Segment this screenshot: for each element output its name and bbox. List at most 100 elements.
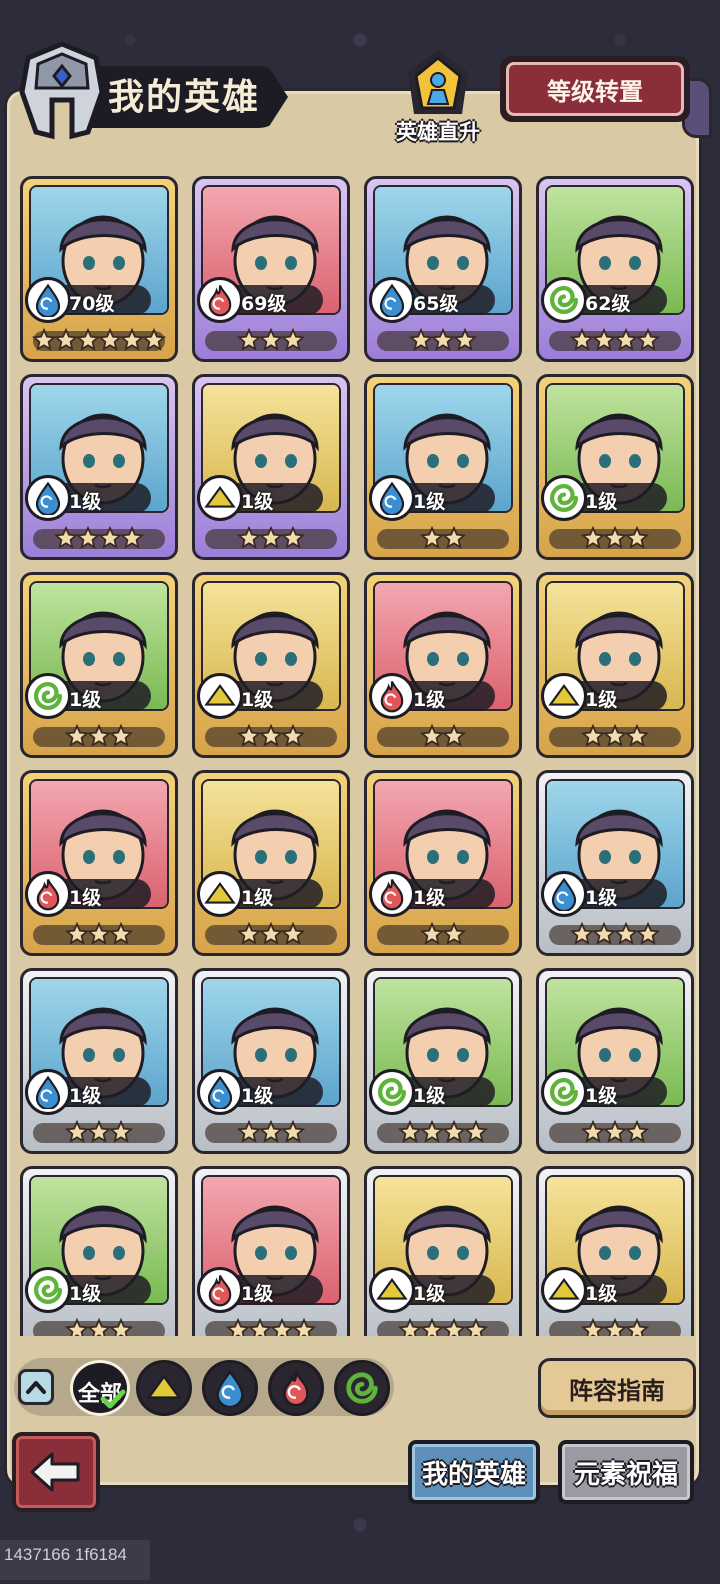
star-icon	[420, 526, 444, 549]
hero-level: 1级	[585, 1283, 618, 1305]
star-icon	[226, 1318, 250, 1336]
fire-element-icon	[208, 1275, 232, 1307]
star-icon	[420, 1120, 444, 1143]
hero-card[interactable]: 1级	[536, 374, 694, 560]
earth-element-icon	[548, 1277, 580, 1300]
hero-level: 1级	[69, 887, 102, 909]
star-icon	[54, 328, 78, 351]
element-badge	[197, 277, 243, 323]
filter-water-button[interactable]	[202, 1360, 258, 1416]
hero-level: 1级	[69, 689, 102, 711]
hero-grid[interactable]: 70级 69级 65级 62级 1级 1级 1级 1级 1级 1级 1级 1级 1级 1级 1级 1级 1级 1级…	[16, 168, 696, 1336]
hero-card[interactable]: 1级	[20, 1166, 178, 1336]
star-icon	[54, 526, 78, 549]
hero-card[interactable]: 1级	[536, 1166, 694, 1336]
star-icon	[603, 724, 627, 747]
water-element-icon	[35, 481, 61, 515]
star-icon	[87, 724, 111, 747]
tab-element-blessing[interactable]: 元素祝福	[558, 1440, 694, 1504]
star-icon	[237, 922, 261, 945]
element-badge	[369, 1069, 415, 1115]
star-icon	[76, 328, 100, 351]
star-icon	[65, 922, 89, 945]
lineup-guide-button[interactable]: 阵容指南	[538, 1358, 696, 1418]
star-icon	[398, 1120, 422, 1143]
hero-level: 1级	[585, 689, 618, 711]
filter-fire-button[interactable]	[268, 1360, 324, 1416]
star-rating	[23, 919, 175, 949]
hero-card[interactable]: 62级	[536, 176, 694, 362]
hero-level: 1级	[413, 1283, 446, 1305]
page-title: 我的英雄	[108, 77, 261, 118]
wind-element-icon	[550, 1077, 579, 1106]
star-rating	[539, 1117, 691, 1147]
element-badge	[541, 277, 587, 323]
hero-card[interactable]: 1级	[536, 572, 694, 758]
hero-card[interactable]: 1级	[192, 374, 350, 560]
hero-level: 69级	[241, 293, 287, 315]
level-transfer-button[interactable]: 等级转置	[500, 56, 690, 122]
hero-card[interactable]: 1级	[364, 374, 522, 560]
back-arrow-icon	[30, 1452, 80, 1492]
star-icon	[76, 526, 100, 549]
star-icon	[420, 922, 444, 945]
hero-card[interactable]: 1级	[536, 770, 694, 956]
element-badge	[369, 871, 415, 917]
star-icon	[453, 328, 477, 351]
back-button[interactable]	[12, 1432, 100, 1512]
star-icon	[65, 724, 89, 747]
hero-level: 65级	[413, 293, 459, 315]
hero-card[interactable]: 69级	[192, 176, 350, 362]
star-icon	[592, 328, 616, 351]
hero-level: 1级	[241, 887, 274, 909]
filter-wind-button[interactable]	[334, 1360, 390, 1416]
hero-card[interactable]: 1级	[20, 968, 178, 1154]
collapse-filter-button[interactable]	[18, 1369, 54, 1405]
star-icon	[603, 1318, 627, 1336]
star-icon	[636, 922, 660, 945]
hero-card[interactable]: 1级	[364, 572, 522, 758]
star-icon	[237, 328, 261, 351]
hero-card[interactable]: 1级	[364, 968, 522, 1154]
star-icon	[636, 328, 660, 351]
star-icon	[442, 526, 466, 549]
hero-level: 1级	[585, 491, 618, 513]
hero-card[interactable]: 1级	[192, 770, 350, 956]
star-icon	[259, 328, 283, 351]
fire-element-icon	[208, 285, 232, 317]
element-badge	[197, 673, 243, 719]
fire-element-icon	[283, 1371, 309, 1407]
element-badge	[541, 673, 587, 719]
star-icon	[32, 328, 56, 351]
star-icon	[87, 1318, 111, 1336]
fire-element-icon	[36, 879, 60, 911]
water-element-icon	[379, 283, 405, 317]
star-rating	[195, 919, 347, 949]
hero-card[interactable]: 1级	[192, 1166, 350, 1336]
element-badge	[25, 277, 71, 323]
hero-card[interactable]: 1级	[192, 968, 350, 1154]
fire-element-icon	[380, 681, 404, 713]
hero-card[interactable]: 1级	[192, 572, 350, 758]
hero-card[interactable]: 1级	[20, 374, 178, 560]
hero-card[interactable]: 1级	[364, 1166, 522, 1336]
hero-promote-icon	[408, 50, 468, 114]
hero-card[interactable]: 1级	[364, 770, 522, 956]
filter-earth-button[interactable]	[136, 1360, 192, 1416]
hero-level: 62级	[585, 293, 631, 315]
hero-card[interactable]: 70级	[20, 176, 178, 362]
star-rating	[23, 1117, 175, 1147]
hero-card[interactable]: 65级	[364, 176, 522, 362]
hero-card[interactable]: 1级	[536, 968, 694, 1154]
element-badge	[369, 673, 415, 719]
level-transfer-label: 等级转置	[506, 62, 684, 116]
hero-level: 1级	[585, 887, 618, 909]
water-element-icon	[216, 1369, 244, 1407]
hero-card[interactable]: 1级	[20, 572, 178, 758]
star-icon	[281, 1120, 305, 1143]
element-badge	[541, 475, 587, 521]
tab-my-heroes[interactable]: 我的英雄	[408, 1440, 540, 1504]
star-icon	[464, 1318, 488, 1336]
hero-card[interactable]: 1级	[20, 770, 178, 956]
hero-promote-button[interactable]: 英雄直升	[388, 46, 488, 146]
